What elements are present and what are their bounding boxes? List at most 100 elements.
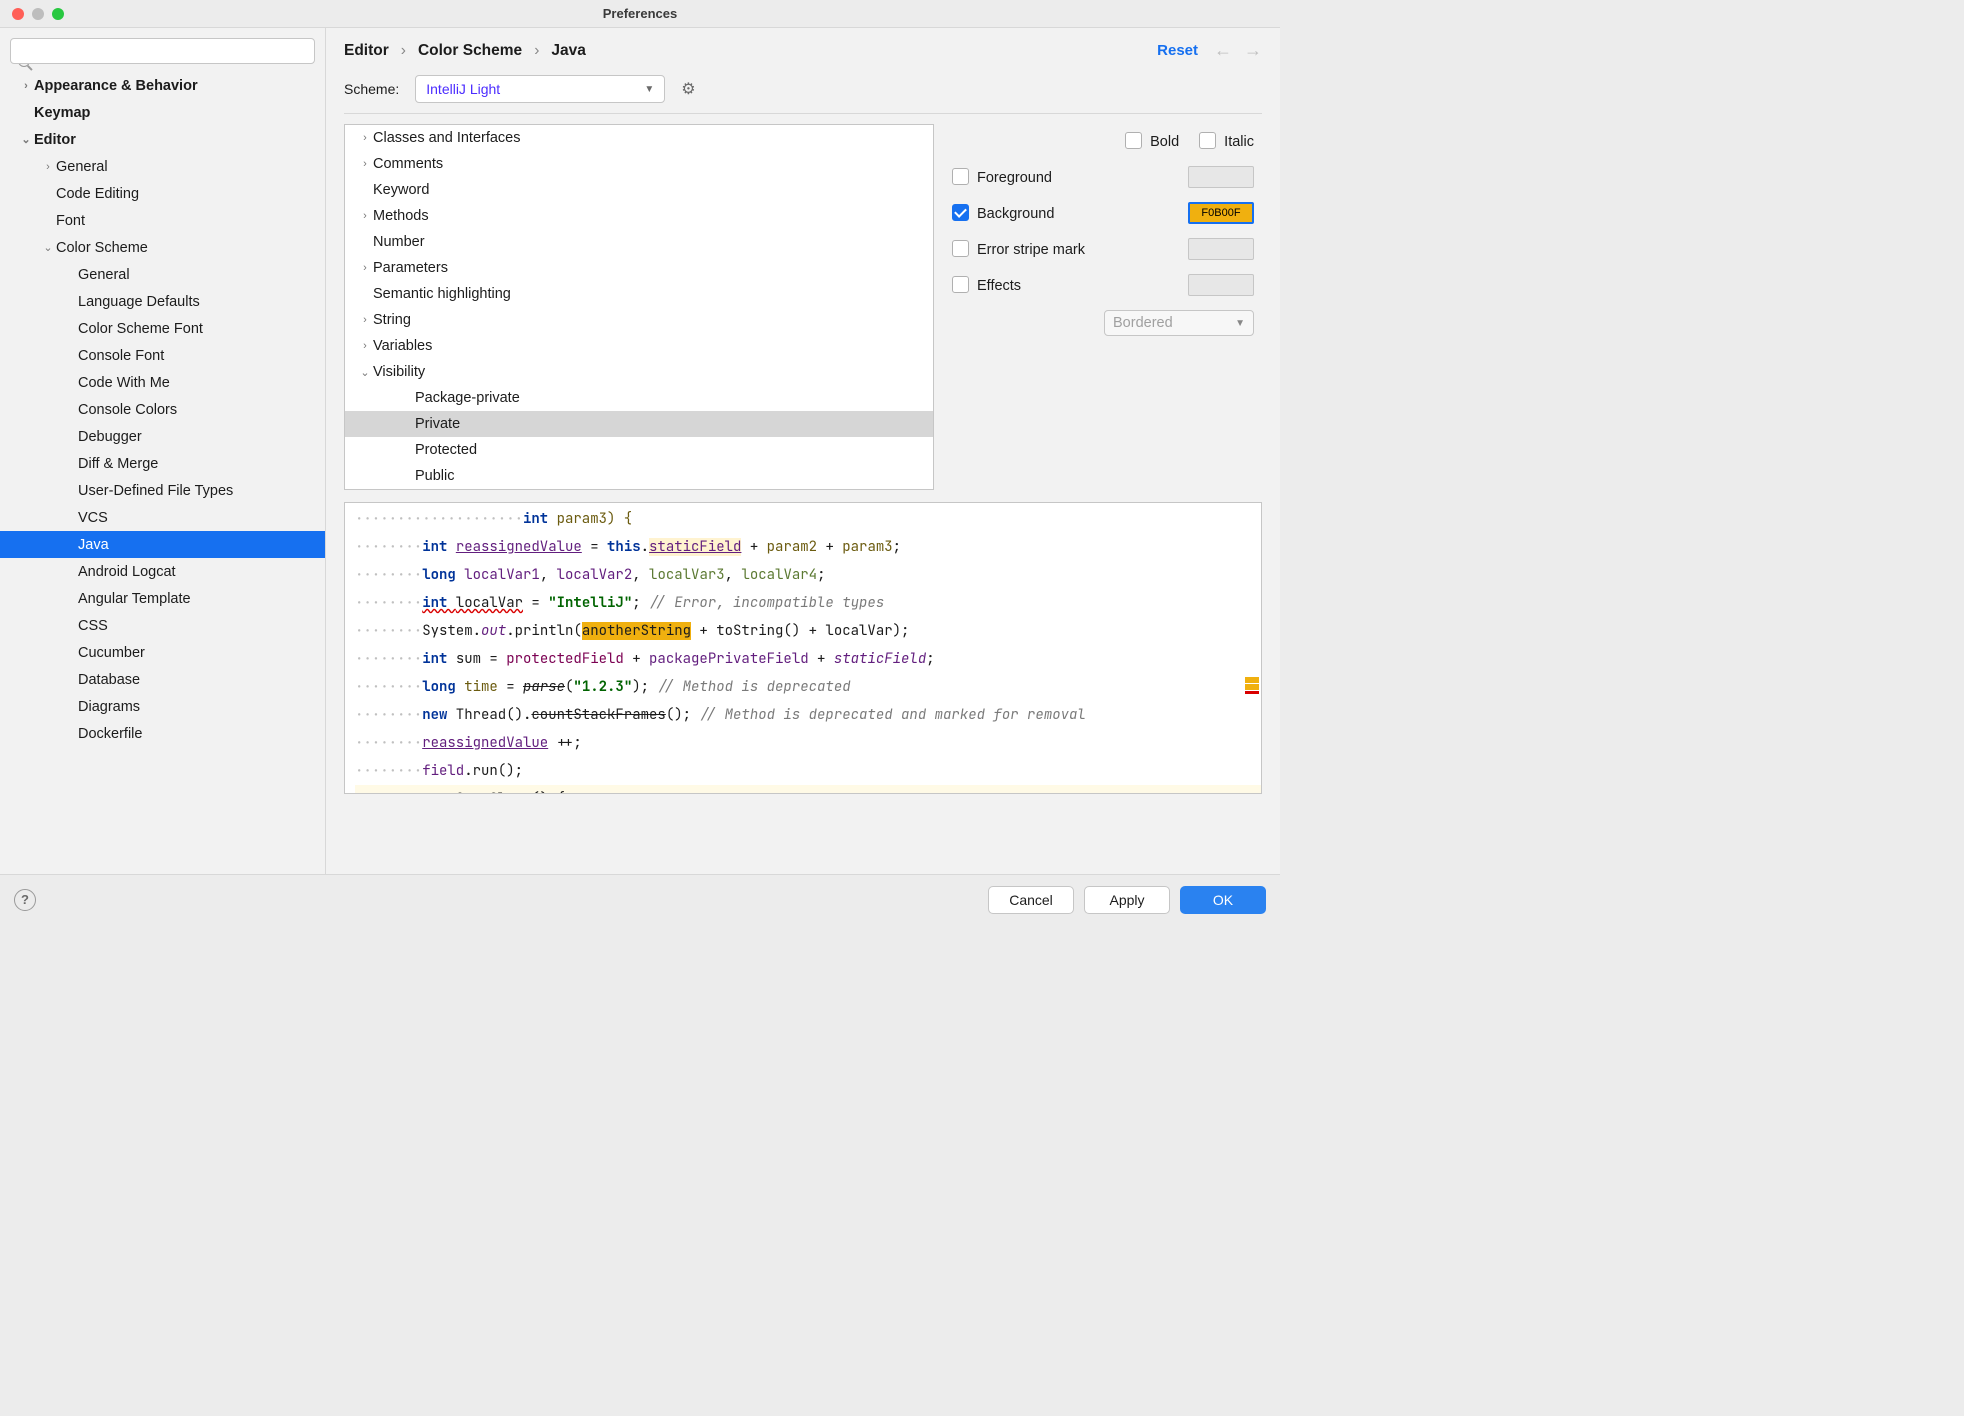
sidebar-item[interactable]: Java bbox=[0, 531, 325, 558]
sidebar-item[interactable]: ⌄Editor bbox=[0, 126, 325, 153]
category-item[interactable]: ›Parameters bbox=[345, 255, 933, 281]
crumb-java: Java bbox=[551, 42, 585, 60]
category-item[interactable]: ›String bbox=[345, 307, 933, 333]
cancel-button[interactable]: Cancel bbox=[988, 886, 1074, 914]
crumb-color-scheme[interactable]: Color Scheme bbox=[418, 42, 522, 60]
sidebar-item[interactable]: ⌄Color Scheme bbox=[0, 234, 325, 261]
sidebar-item[interactable]: Angular Template bbox=[0, 585, 325, 612]
scheme-label: Scheme: bbox=[344, 81, 399, 97]
error-stripe[interactable] bbox=[1245, 677, 1259, 694]
sidebar-item[interactable]: Dockerfile bbox=[0, 720, 325, 747]
sidebar-item[interactable]: Diff & Merge bbox=[0, 450, 325, 477]
effects-swatch[interactable] bbox=[1188, 274, 1254, 296]
scheme-select[interactable]: IntelliJ Light ▼ bbox=[415, 75, 665, 103]
error-stripe-checkbox[interactable]: Error stripe mark bbox=[952, 240, 1085, 258]
sidebar-item-label: Database bbox=[78, 672, 140, 688]
sidebar-item[interactable]: VCS bbox=[0, 504, 325, 531]
sidebar-item[interactable]: ›Appearance & Behavior bbox=[0, 72, 325, 99]
sidebar-item[interactable]: User-Defined File Types bbox=[0, 477, 325, 504]
chevron-icon: › bbox=[40, 161, 56, 173]
sidebar-item[interactable]: Cucumber bbox=[0, 639, 325, 666]
sidebar-item[interactable]: Debugger bbox=[0, 423, 325, 450]
sidebar-item[interactable]: Database bbox=[0, 666, 325, 693]
category-item[interactable]: Private bbox=[345, 411, 933, 437]
sidebar-item[interactable]: Code Editing bbox=[0, 180, 325, 207]
nav-arrows: ← → bbox=[1214, 40, 1262, 61]
sidebar-item[interactable]: Android Logcat bbox=[0, 558, 325, 585]
help-icon[interactable]: ? bbox=[14, 889, 36, 911]
foreground-swatch[interactable] bbox=[1188, 166, 1254, 188]
sidebar-item-label: Diagrams bbox=[78, 699, 140, 715]
search-input[interactable] bbox=[10, 38, 315, 64]
sidebar-item[interactable]: Diagrams bbox=[0, 693, 325, 720]
traffic-lights bbox=[12, 8, 64, 20]
category-label: Variables bbox=[373, 338, 432, 354]
code-preview[interactable]: ····················int param3) { ······… bbox=[344, 502, 1262, 794]
category-label: Visibility bbox=[373, 364, 425, 380]
sidebar-item[interactable]: ›General bbox=[0, 153, 325, 180]
effects-checkbox[interactable]: Effects bbox=[952, 276, 1021, 294]
titlebar: Preferences bbox=[0, 0, 1280, 28]
forward-icon[interactable]: → bbox=[1244, 40, 1262, 61]
sidebar-item-label: Dockerfile bbox=[78, 726, 142, 742]
sidebar-item[interactable]: Font bbox=[0, 207, 325, 234]
sidebar-item[interactable]: Console Colors bbox=[0, 396, 325, 423]
sidebar-item-label: CSS bbox=[78, 618, 108, 634]
foreground-checkbox[interactable]: Foreground bbox=[952, 168, 1052, 186]
reset-link[interactable]: Reset bbox=[1157, 42, 1198, 59]
minimize-icon[interactable] bbox=[32, 8, 44, 20]
sidebar-item[interactable]: Language Defaults bbox=[0, 288, 325, 315]
sidebar-item[interactable]: Keymap bbox=[0, 99, 325, 126]
category-item[interactable]: Package-private bbox=[345, 385, 933, 411]
sidebar-item-label: Console Font bbox=[78, 348, 164, 364]
apply-button[interactable]: Apply bbox=[1084, 886, 1170, 914]
style-options: Bold Italic Foreground Background F0B00F… bbox=[952, 124, 1262, 490]
category-item[interactable]: Semantic highlighting bbox=[345, 281, 933, 307]
chevron-icon: › bbox=[357, 314, 373, 326]
sidebar: ›Appearance & BehaviorKeymap⌄Editor›Gene… bbox=[0, 28, 326, 874]
sidebar-item-label: Appearance & Behavior bbox=[34, 78, 198, 94]
category-item[interactable]: Number bbox=[345, 229, 933, 255]
effects-type-select[interactable]: Bordered ▼ bbox=[1104, 310, 1254, 336]
category-label: Private bbox=[415, 416, 460, 432]
category-item[interactable]: Public bbox=[345, 463, 933, 489]
gear-icon[interactable]: ⚙ bbox=[681, 79, 695, 99]
sidebar-item-label: Font bbox=[56, 213, 85, 229]
sidebar-item[interactable]: Code With Me bbox=[0, 369, 325, 396]
sidebar-item[interactable]: General bbox=[0, 261, 325, 288]
chevron-icon: › bbox=[18, 80, 34, 92]
category-item[interactable]: ⌄Visibility bbox=[345, 359, 933, 385]
category-item[interactable]: ›Variables bbox=[345, 333, 933, 359]
category-label: Parameters bbox=[373, 260, 448, 276]
category-item[interactable]: ›Methods bbox=[345, 203, 933, 229]
sidebar-item-label: General bbox=[78, 267, 130, 283]
sidebar-item-label: Cucumber bbox=[78, 645, 145, 661]
chevron-icon: › bbox=[357, 262, 373, 274]
close-icon[interactable] bbox=[12, 8, 24, 20]
sidebar-item-label: Keymap bbox=[34, 105, 90, 121]
category-tree[interactable]: ›Classes and Interfaces›CommentsKeyword›… bbox=[344, 124, 934, 490]
category-item[interactable]: Keyword bbox=[345, 177, 933, 203]
sidebar-item[interactable]: Console Font bbox=[0, 342, 325, 369]
bold-checkbox[interactable]: Bold bbox=[1125, 132, 1179, 150]
maximize-icon[interactable] bbox=[52, 8, 64, 20]
background-checkbox[interactable]: Background bbox=[952, 204, 1054, 222]
background-swatch[interactable]: F0B00F bbox=[1188, 202, 1254, 224]
footer: ? Cancel Apply OK bbox=[0, 874, 1280, 924]
sidebar-item-label: Code With Me bbox=[78, 375, 170, 391]
sidebar-item[interactable]: CSS bbox=[0, 612, 325, 639]
error-stripe-swatch[interactable] bbox=[1188, 238, 1254, 260]
italic-checkbox[interactable]: Italic bbox=[1199, 132, 1254, 150]
sidebar-item-label: Java bbox=[78, 537, 109, 553]
category-item[interactable]: ›Comments bbox=[345, 151, 933, 177]
sidebar-tree[interactable]: ›Appearance & BehaviorKeymap⌄Editor›Gene… bbox=[0, 72, 325, 874]
category-label: Semantic highlighting bbox=[373, 286, 511, 302]
category-label: Package-private bbox=[415, 390, 520, 406]
sidebar-item-label: Code Editing bbox=[56, 186, 139, 202]
ok-button[interactable]: OK bbox=[1180, 886, 1266, 914]
category-item[interactable]: Protected bbox=[345, 437, 933, 463]
back-icon[interactable]: ← bbox=[1214, 40, 1232, 61]
sidebar-item[interactable]: Color Scheme Font bbox=[0, 315, 325, 342]
category-item[interactable]: ›Classes and Interfaces bbox=[345, 125, 933, 151]
crumb-editor[interactable]: Editor bbox=[344, 42, 389, 60]
